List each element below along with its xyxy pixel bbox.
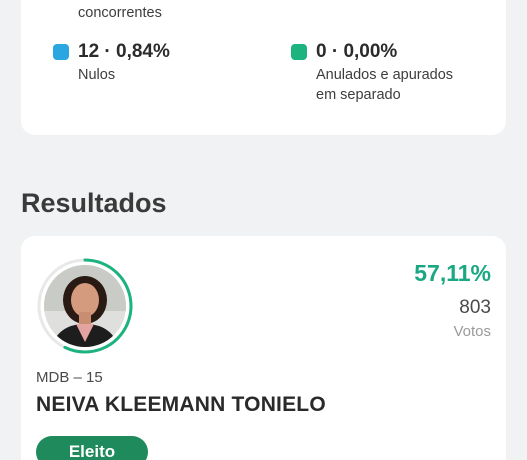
candidate-avatar (35, 256, 135, 356)
vote-share-ring (37, 258, 133, 354)
vote-percentage: 57,11% (414, 260, 491, 286)
concorrentes-label: concorrentes (78, 5, 162, 21)
nulos-color-icon (53, 44, 69, 60)
nulos-value: 12 · 0,84% (78, 41, 170, 62)
anulados-value: 0 · 0,00% (316, 41, 398, 62)
party-number: MDB – 15 (36, 369, 103, 386)
nulos-stat: 12 · 0,84% Nulos (53, 41, 170, 85)
vote-count: 803 (459, 297, 491, 318)
nulos-label: Nulos (78, 67, 116, 83)
candidate-photo (44, 265, 126, 347)
anulados-label-line1: Anulados e apurados (316, 67, 454, 83)
anulados-stat: 0 · 0,00% Anulados e apurados em separad… (291, 41, 453, 105)
anulados-color-icon (291, 44, 307, 60)
votes-label: Votos (453, 323, 491, 340)
results-heading: Resultados (21, 188, 167, 218)
vote-summary-card: concorrentes 12 · 0,84% Nulos 0 · 0,00% … (21, 0, 506, 135)
candidate-result-card[interactable]: 57,11% 803 Votos MDB – 15 NEIVA KLEEMANN… (21, 236, 506, 460)
candidate-name: NEIVA KLEEMANN TONIELO (36, 393, 326, 416)
anulados-label-line2: em separado (316, 87, 401, 103)
elected-badge: Eleito (36, 436, 148, 460)
